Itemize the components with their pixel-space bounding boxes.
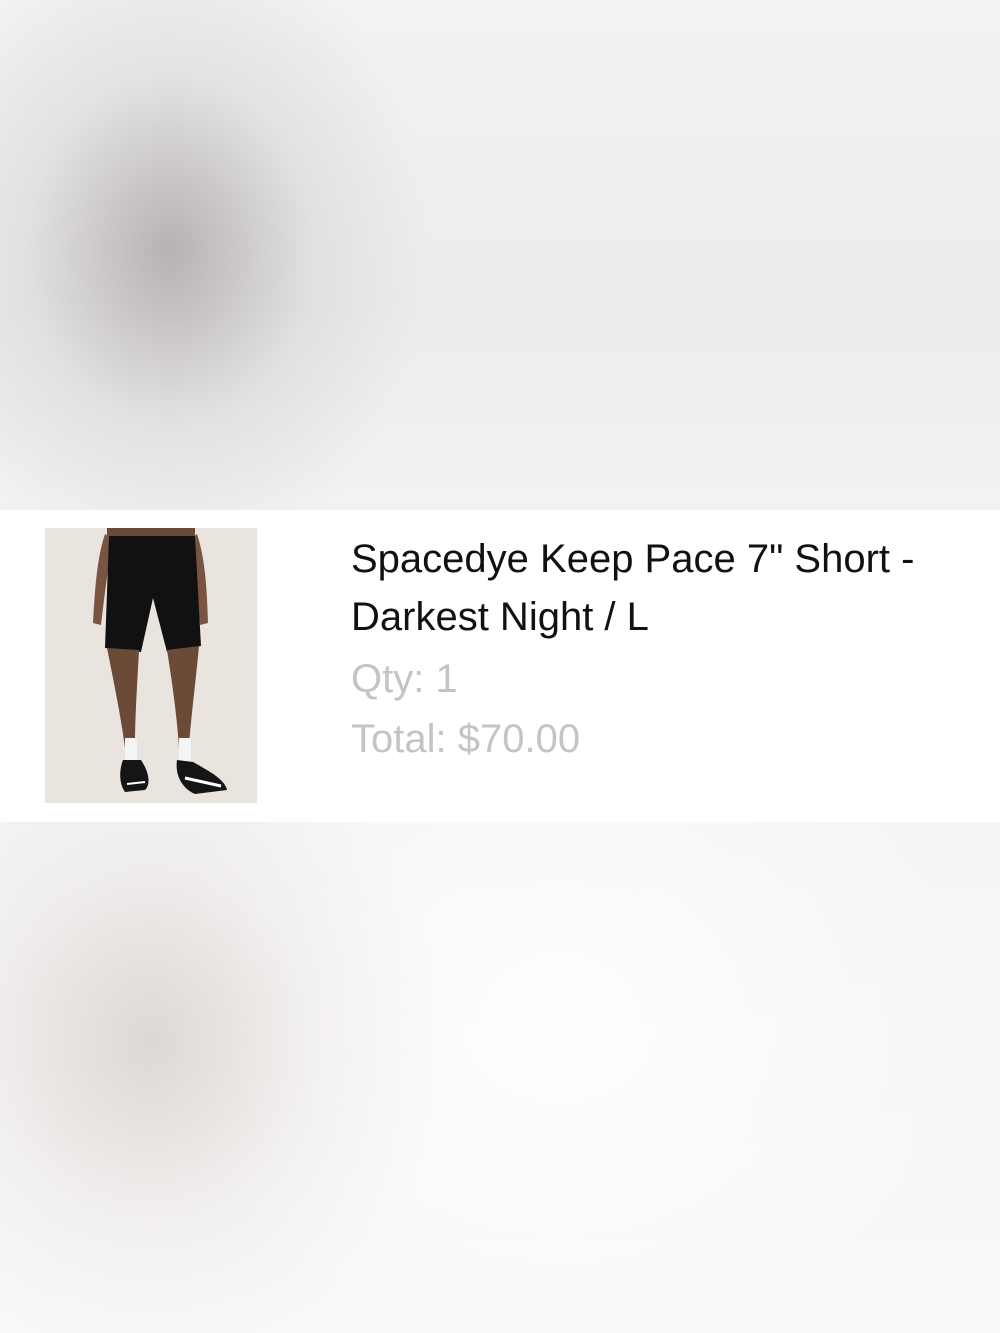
blurred-backdrop-top (0, 0, 1000, 510)
quantity-label: Qty: 1 (351, 657, 458, 701)
product-image (45, 528, 257, 803)
product-title[interactable]: Spacedye Keep Pace 7" Short - Darkest Ni… (351, 530, 991, 646)
blurred-backdrop-bottom (0, 822, 1000, 1333)
total-price-label: Total: $70.00 (351, 717, 581, 761)
product-photo-shorts-icon (45, 528, 257, 803)
